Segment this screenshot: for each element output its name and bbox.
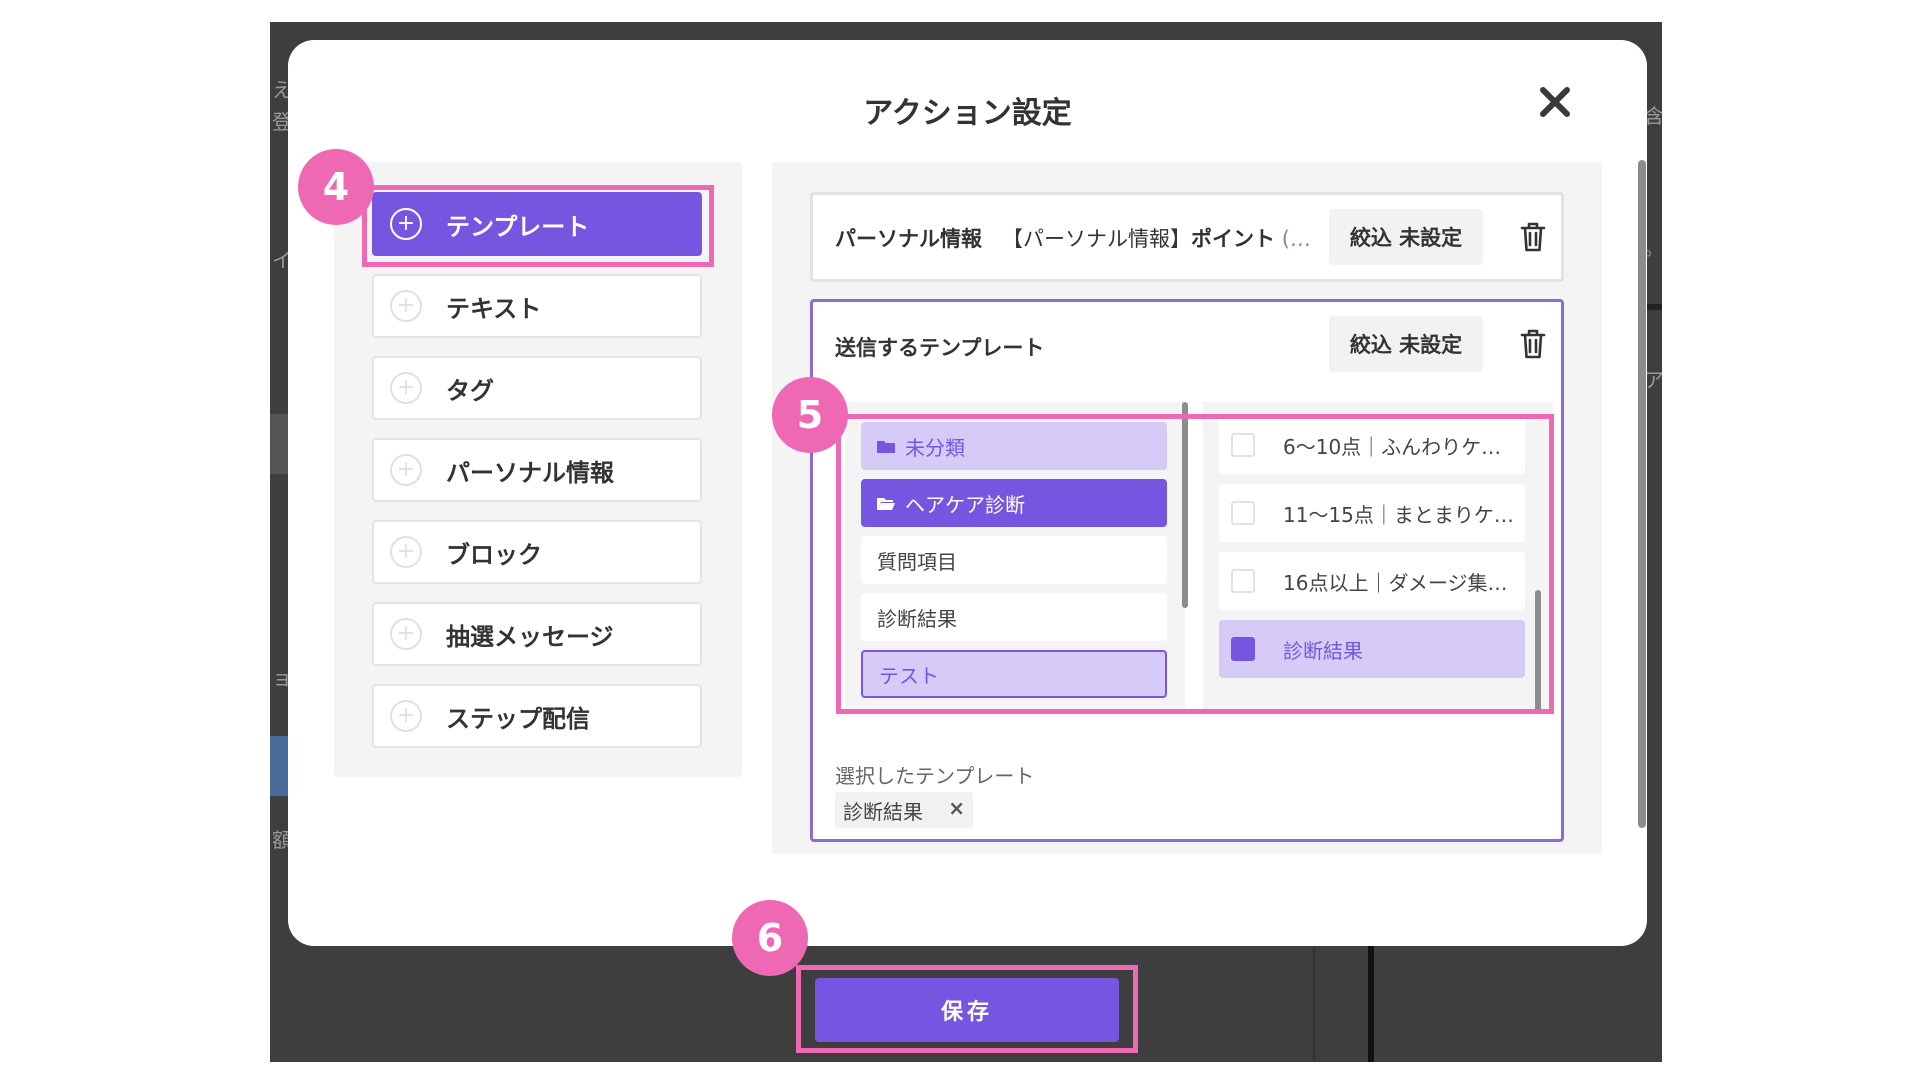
bg-divider xyxy=(1313,942,1315,1062)
plus-circle-icon: + xyxy=(390,700,422,732)
modal-scrollbar[interactable] xyxy=(1638,160,1646,828)
modal-title: アクション設定 xyxy=(863,96,1072,131)
folder-item[interactable]: 未分類 xyxy=(861,422,1167,470)
template-item-selected[interactable]: 診断結果 xyxy=(1219,620,1525,678)
menu-item-step-delivery[interactable]: + ステップ配信 xyxy=(372,684,702,748)
menu-item-template[interactable]: + テンプレート xyxy=(372,192,702,256)
template-action-card: 送信するテンプレート 絞込 未設定 未分類 ヘアケア診断 質問項目 診断結果 テ… xyxy=(810,299,1564,842)
selected-templates-label: 選択したテンプレート xyxy=(835,764,1035,788)
menu-item-label: タグ xyxy=(446,376,494,405)
template-checkbox[interactable] xyxy=(1231,433,1255,457)
folder-label: ヘアケア診断 xyxy=(905,492,1025,517)
template-card-title: 送信するテンプレート xyxy=(835,336,1045,360)
overflow-text: (… xyxy=(1281,227,1311,251)
folder-item[interactable]: 質問項目 xyxy=(861,536,1167,584)
folder-list-scrollbar[interactable] xyxy=(1182,402,1188,608)
step-badge-6: 6 xyxy=(732,900,808,976)
folder-list: 未分類 ヘアケア診断 質問項目 診断結果 テスト xyxy=(845,402,1185,712)
plus-circle-icon: + xyxy=(390,290,422,322)
folder-item[interactable]: 診断結果 xyxy=(861,593,1167,641)
menu-item-personal-info[interactable]: + パーソナル情報 xyxy=(372,438,702,502)
filter-button[interactable]: 絞込 未設定 xyxy=(1329,209,1483,265)
selected-template-chip: 診断結果 × xyxy=(835,792,973,828)
step-badge-4: 4 xyxy=(298,149,374,225)
save-button[interactable]: 保存 xyxy=(815,978,1119,1042)
template-checkbox[interactable] xyxy=(1231,569,1255,593)
action-list-panel: パーソナル情報 【パーソナル情報】ポイント (… 絞込 未設定 送信するテンプレ… xyxy=(772,162,1602,854)
trash-icon[interactable] xyxy=(1513,217,1553,257)
chip-remove-icon[interactable]: × xyxy=(948,796,965,820)
folder-item[interactable]: テスト xyxy=(861,650,1167,698)
folder-label: テスト xyxy=(879,663,939,688)
action-settings-modal: アクション設定 + テンプレート + テキスト + タグ + パーソナル情報 +… xyxy=(288,40,1647,946)
field-label: 【パーソナル情報】 xyxy=(1002,227,1192,251)
folder-icon xyxy=(877,440,895,453)
trash-icon[interactable] xyxy=(1513,324,1553,364)
plus-circle-icon: + xyxy=(390,372,422,404)
folder-label: 診断結果 xyxy=(877,606,957,631)
menu-item-label: テキスト xyxy=(446,294,542,323)
folder-label: 質問項目 xyxy=(877,549,957,574)
filter-button[interactable]: 絞込 未設定 xyxy=(1329,316,1483,372)
step-badge-5: 5 xyxy=(772,377,848,453)
menu-item-label: 抽選メッセージ xyxy=(446,622,614,651)
menu-item-label: パーソナル情報 xyxy=(446,458,614,487)
template-list: 6〜10点｜ふんわりケ… 11〜15点｜まとまりケ… 16点以上｜ダメージ集… … xyxy=(1203,402,1553,712)
folder-open-icon xyxy=(877,497,895,510)
template-label: 16点以上｜ダメージ集… xyxy=(1283,570,1508,595)
template-label: 6〜10点｜ふんわりケ… xyxy=(1283,434,1502,459)
plus-circle-icon: + xyxy=(390,536,422,568)
template-item[interactable]: 16点以上｜ダメージ集… xyxy=(1219,552,1525,610)
plus-circle-icon: + xyxy=(390,454,422,486)
personal-info-action-card: パーソナル情報 【パーソナル情報】ポイント (… 絞込 未設定 xyxy=(810,192,1564,282)
plus-circle-icon: + xyxy=(390,208,422,240)
menu-item-tag[interactable]: + タグ xyxy=(372,356,702,420)
close-icon[interactable] xyxy=(1535,82,1575,122)
plus-circle-icon: + xyxy=(390,618,422,650)
template-list-scrollbar[interactable] xyxy=(1535,590,1541,712)
personal-info-summary: パーソナル情報 【パーソナル情報】ポイント (… xyxy=(835,223,1311,253)
action-type-label: パーソナル情報 xyxy=(835,227,982,251)
menu-item-label: テンプレート xyxy=(446,212,590,241)
menu-item-lottery-message[interactable]: + 抽選メッセージ xyxy=(372,602,702,666)
value-label: ポイント xyxy=(1191,227,1276,251)
chip-label: 診断結果 xyxy=(843,799,923,824)
template-checkbox[interactable] xyxy=(1231,637,1255,661)
action-type-menu: + テンプレート + テキスト + タグ + パーソナル情報 + ブロック + … xyxy=(334,162,742,777)
template-checkbox[interactable] xyxy=(1231,501,1255,525)
template-label: 11〜15点｜まとまりケ… xyxy=(1283,502,1514,527)
template-item[interactable]: 11〜15点｜まとまりケ… xyxy=(1219,484,1525,542)
folder-label: 未分類 xyxy=(905,435,965,460)
bg-line xyxy=(1368,942,1374,1062)
menu-item-block[interactable]: + ブロック xyxy=(372,520,702,584)
folder-item[interactable]: ヘアケア診断 xyxy=(861,479,1167,527)
template-label: 診断結果 xyxy=(1283,638,1363,663)
menu-item-label: ステップ配信 xyxy=(446,704,590,733)
template-item[interactable]: 6〜10点｜ふんわりケ… xyxy=(1219,416,1525,474)
menu-item-text[interactable]: + テキスト xyxy=(372,274,702,338)
menu-item-label: ブロック xyxy=(446,540,542,569)
